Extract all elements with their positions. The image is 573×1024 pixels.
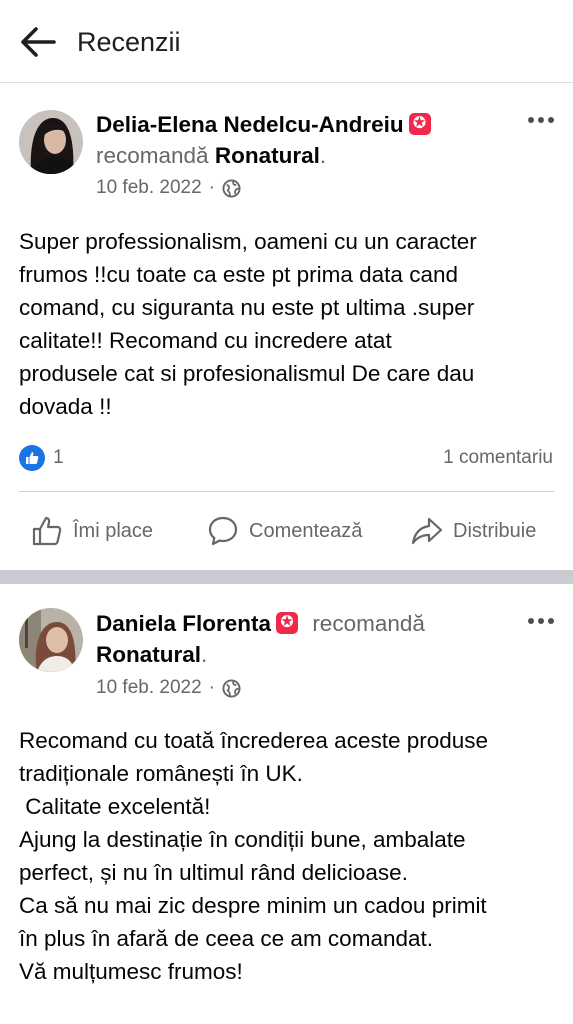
like-button[interactable]: Îmi place [31, 511, 153, 551]
comment-label: Comentează [249, 519, 363, 542]
post-date[interactable]: 10 feb. 2022 [96, 677, 202, 699]
page-name[interactable]: Ronatural [96, 642, 201, 667]
author-line: Daniela Florenta recomandă [96, 609, 425, 639]
post-meta: 10 feb. 2022 · [96, 177, 241, 199]
recommends-text: recomandă [96, 143, 209, 168]
more-options-button[interactable] [527, 606, 555, 632]
comment-button[interactable]: Comentează [207, 511, 362, 551]
comments-count[interactable]: 1 comentariu [443, 447, 553, 469]
back-button[interactable] [18, 24, 58, 60]
more-options-button[interactable] [527, 105, 555, 131]
post-separator [0, 570, 573, 584]
likes-count: 1 [53, 447, 64, 468]
globe-icon [222, 178, 241, 198]
top-fan-badge-icon [276, 612, 299, 634]
thumbs-up-icon [32, 516, 62, 546]
meta-separator: · [208, 177, 215, 198]
share-label: Distribuie [453, 519, 537, 542]
page-name[interactable]: Ronatural [215, 143, 320, 168]
post-meta: 10 feb. 2022 · [96, 677, 241, 699]
recommends-text: recomandă [312, 611, 425, 636]
globe-icon [222, 678, 241, 698]
avatar-photo [19, 110, 83, 174]
share-button[interactable]: Distribuie [411, 511, 536, 551]
author-line: Delia-Elena Nedelcu-Andreiu [96, 110, 431, 140]
recommendation-line: recomandă Ronatural. [96, 143, 327, 168]
author-name[interactable]: Daniela Florenta [96, 611, 271, 636]
review-text: Recomand cu toată încrederea aceste prod… [19, 728, 489, 984]
avatar[interactable] [19, 110, 83, 174]
review-text: Super professionalism, oameni cu un cara… [19, 229, 477, 419]
comment-bubble-icon [208, 516, 238, 546]
review-post: Delia-Elena Nedelcu-Andreiu recomandă Ro… [0, 83, 573, 570]
divider [19, 491, 554, 492]
more-horizontal-icon [528, 117, 554, 123]
recommendation-line: Ronatural. [96, 642, 208, 667]
page-title: Recenzii [77, 27, 181, 57]
more-horizontal-icon [528, 618, 554, 624]
like-reaction-icon [19, 445, 45, 471]
like-label: Îmi place [73, 519, 154, 542]
review-post: Daniela Florenta recomandă Ronatural. 10… [0, 584, 573, 1024]
meta-separator: · [208, 677, 215, 698]
author-name[interactable]: Delia-Elena Nedelcu-Andreiu [96, 112, 404, 137]
share-arrow-icon [411, 517, 443, 545]
top-bar: Recenzii [0, 0, 573, 83]
reactions-summary[interactable]: 1 [19, 445, 64, 471]
avatar[interactable] [19, 608, 83, 672]
arrow-left-icon [21, 27, 56, 57]
post-date[interactable]: 10 feb. 2022 [96, 177, 202, 199]
avatar-photo [19, 608, 83, 672]
post-actions: Îmi place Comentează Distribuie [0, 511, 573, 551]
top-fan-badge-icon [408, 113, 431, 135]
